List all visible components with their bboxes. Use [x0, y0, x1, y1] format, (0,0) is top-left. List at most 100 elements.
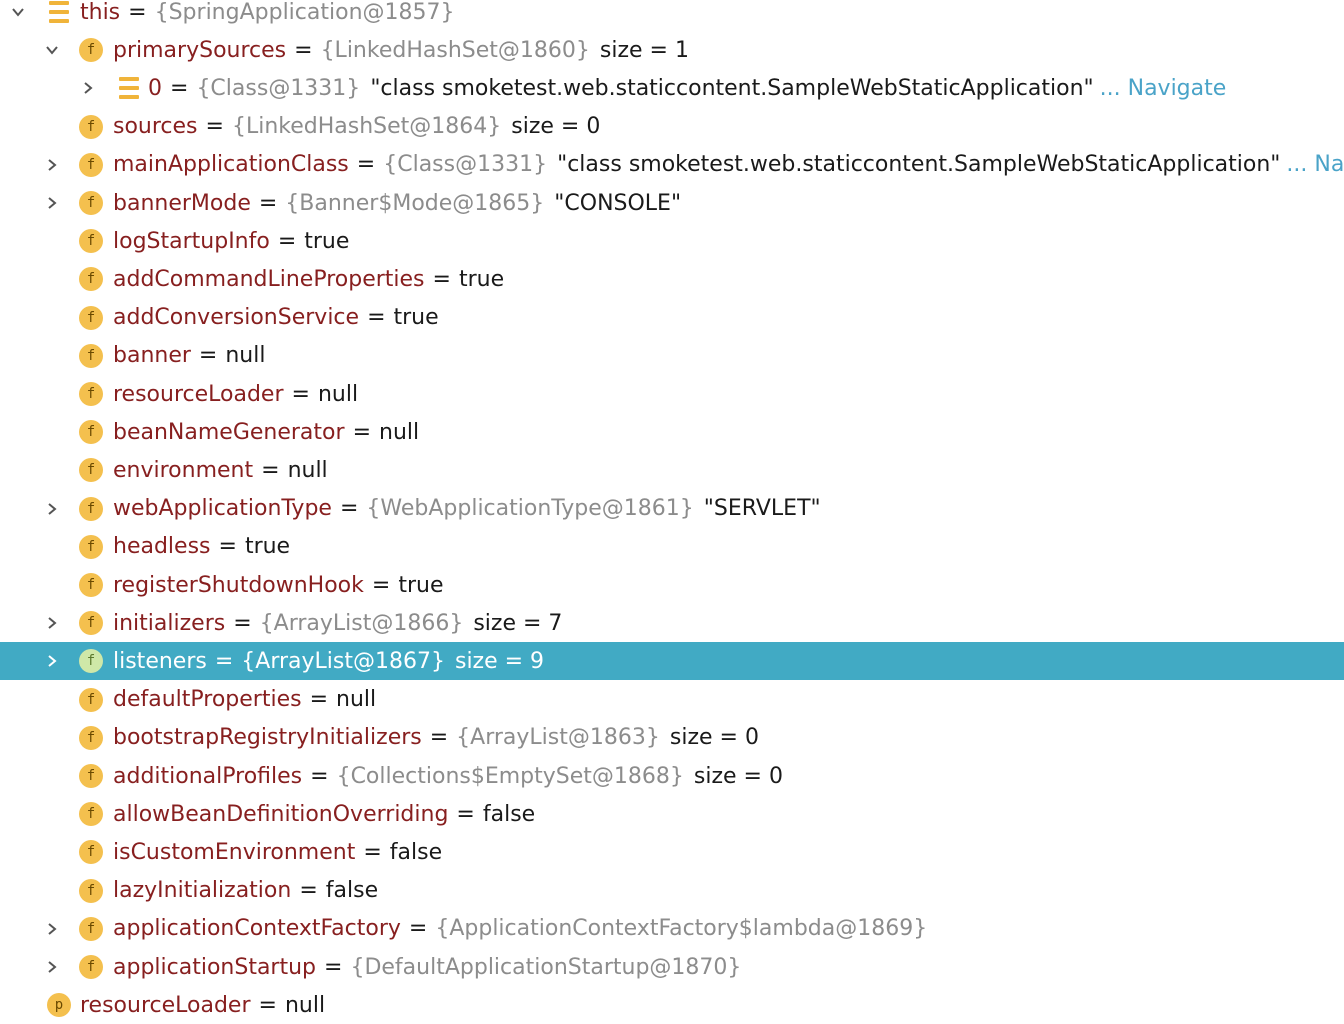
tree-row[interactable]: f beanNameGenerator = null: [0, 413, 1344, 451]
field-icon: f: [79, 840, 103, 865]
equals-sign: =: [233, 610, 252, 636]
tree-row[interactable]: f defaultProperties = null: [0, 681, 1344, 719]
variable-value: null: [379, 419, 420, 445]
navigate-link[interactable]: ... Navigate: [1100, 76, 1227, 101]
tree-row-text: beanNameGenerator = null: [113, 413, 419, 451]
field-icon: f: [79, 878, 103, 903]
tree-row[interactable]: f webApplicationType = {WebApplicationType@…: [0, 490, 1344, 528]
chevron-down-icon[interactable]: [42, 31, 62, 69]
chevron-right-icon[interactable]: [42, 604, 62, 642]
tree-row[interactable]: f headless = true: [0, 528, 1344, 566]
tree-row[interactable]: f registerShutdownHook = true: [0, 566, 1344, 604]
tree-row-text: allowBeanDefinitionOverriding = false: [113, 795, 535, 833]
chevron-down-icon[interactable]: [8, 0, 28, 31]
equals-sign: =: [429, 725, 449, 751]
variable-value: "CONSOLE": [554, 190, 682, 216]
equals-sign: =: [128, 0, 147, 25]
variable-value: false: [482, 801, 536, 827]
tree-row[interactable]: f lazyInitialization = false: [0, 872, 1344, 910]
tree-row[interactable]: f initializers = {ArrayList@1866} size = 7: [0, 604, 1344, 642]
tree-row[interactable]: f addConversionService = true: [0, 299, 1344, 337]
field-icon: f: [79, 267, 103, 292]
variable-value: null: [225, 343, 266, 369]
object-reference: {ArrayList@1863}: [456, 725, 660, 751]
tree-row-text: headless = true: [113, 528, 290, 566]
equals-sign: =: [432, 266, 451, 292]
tree-row-text: listeners = {ArrayList@1867} size = 9: [113, 642, 544, 680]
variable-name: mainApplicationClass: [113, 152, 349, 178]
tree-row[interactable]: f addCommandLineProperties = true: [0, 260, 1344, 298]
object-reference: {Banner$Mode@1865}: [285, 190, 545, 216]
variable-name: registerShutdownHook: [113, 572, 364, 598]
tree-row-text: mainApplicationClass = {Class@1331} "class …: [113, 146, 1344, 184]
tree-row[interactable]: f environment = null: [0, 451, 1344, 489]
object-reference: {WebApplicationType@1861}: [366, 496, 694, 522]
tree-row[interactable]: f applicationContextFactory = {ApplicationC…: [0, 910, 1344, 948]
variable-name: webApplicationType: [113, 496, 332, 522]
variable-name: addCommandLineProperties: [113, 266, 425, 292]
object-reference: {Collections$EmptySet@1868}: [336, 763, 684, 789]
tree-row[interactable]: this = {SpringApplication@1857}: [0, 0, 1344, 31]
variable-name: addConversionService: [113, 305, 360, 331]
equals-sign: =: [198, 343, 218, 369]
tree-row-text: addCommandLineProperties = true: [113, 260, 504, 298]
equals-sign: =: [352, 419, 371, 445]
tree-row-text: webApplicationType = {WebApplicationType@1…: [113, 490, 821, 528]
tree-row-text: registerShutdownHook = true: [113, 566, 443, 604]
tree-row-text: this = {SpringApplication@1857}: [80, 0, 465, 31]
variable-name: applicationStartup: [113, 954, 317, 980]
variable-name: lazyInitialization: [113, 878, 292, 904]
tree-row-text: defaultProperties = null: [113, 681, 376, 719]
tree-row-text: applicationContextFactory = {ApplicationCo…: [113, 910, 937, 948]
tree-row[interactable]: f additionalProfiles = {Collections$EmptySe…: [0, 757, 1344, 795]
chevron-right-icon[interactable]: [78, 69, 98, 107]
chevron-right-icon[interactable]: [42, 490, 62, 528]
variable-value: size = 7: [473, 610, 563, 636]
chevron-right-icon[interactable]: [42, 146, 62, 184]
tree-row[interactable]: f bannerMode = {Banner$Mode@1865} "CONSOLE": [0, 184, 1344, 222]
tree-row[interactable]: p resourceLoader = null: [0, 986, 1344, 1024]
chevron-right-icon[interactable]: [42, 948, 62, 986]
tree-row[interactable]: f isCustomEnvironment = false: [0, 833, 1344, 871]
navigate-link[interactable]: ... Navi: [1286, 152, 1344, 177]
tree-row[interactable]: 0 = {Class@1331} "class smoketest.web.stati…: [0, 69, 1344, 107]
tree-row[interactable]: f allowBeanDefinitionOverriding = false: [0, 795, 1344, 833]
field-icon: f: [79, 955, 103, 979]
chevron-right-icon[interactable]: [42, 642, 62, 680]
tree-row-text: addConversionService = true: [113, 299, 439, 337]
equals-sign: =: [309, 687, 329, 713]
object-reference: {ArrayList@1866}: [259, 610, 464, 636]
field-icon: f: [79, 802, 103, 827]
field-icon: f: [79, 611, 103, 636]
variable-value: size = 0: [511, 114, 601, 140]
chevron-right-icon[interactable]: [42, 910, 62, 948]
field-icon: f: [79, 382, 103, 406]
variable-value: true: [304, 228, 350, 254]
chevron-right-icon[interactable]: [42, 184, 62, 222]
tree-row[interactable]: f applicationStartup = {DefaultApplicationS…: [0, 948, 1344, 986]
tree-row[interactable]: f logStartupInfo = true: [0, 222, 1344, 260]
variable-value: size = 9: [454, 648, 545, 674]
equals-sign: =: [324, 954, 343, 980]
variable-name: allowBeanDefinitionOverriding: [113, 801, 449, 827]
equals-sign: =: [205, 114, 224, 140]
variable-value: "class smoketest.web.staticcontent.Sampl…: [370, 75, 1094, 101]
equals-sign: =: [218, 534, 237, 560]
variable-value: null: [284, 992, 326, 1018]
tree-row[interactable]: f sources = {LinkedHashSet@1864} size = 0: [0, 108, 1344, 146]
variable-name: bootstrapRegistryInitializers: [113, 725, 422, 751]
variable-name: this: [80, 0, 121, 25]
tree-row[interactable]: f banner = null: [0, 337, 1344, 375]
variable-name: logStartupInfo: [113, 228, 270, 254]
field-icon: f: [79, 420, 103, 445]
tree-row-text: isCustomEnvironment = false: [113, 833, 442, 871]
variable-value: size = 0: [669, 725, 759, 751]
equals-sign: =: [258, 992, 277, 1018]
tree-row[interactable]: f mainApplicationClass = {Class@1331} "class…: [0, 146, 1344, 184]
tree-row[interactable]: f primarySources = {LinkedHashSet@1860} size…: [0, 31, 1344, 69]
tree-row[interactable]: f listeners = {ArrayList@1867} size = 9: [0, 642, 1344, 681]
tree-row[interactable]: f resourceLoader = null: [0, 375, 1344, 413]
field-icon: f: [79, 496, 103, 521]
tree-row[interactable]: f bootstrapRegistryInitializers = {ArrayLis…: [0, 719, 1344, 757]
equals-sign: =: [299, 878, 318, 904]
